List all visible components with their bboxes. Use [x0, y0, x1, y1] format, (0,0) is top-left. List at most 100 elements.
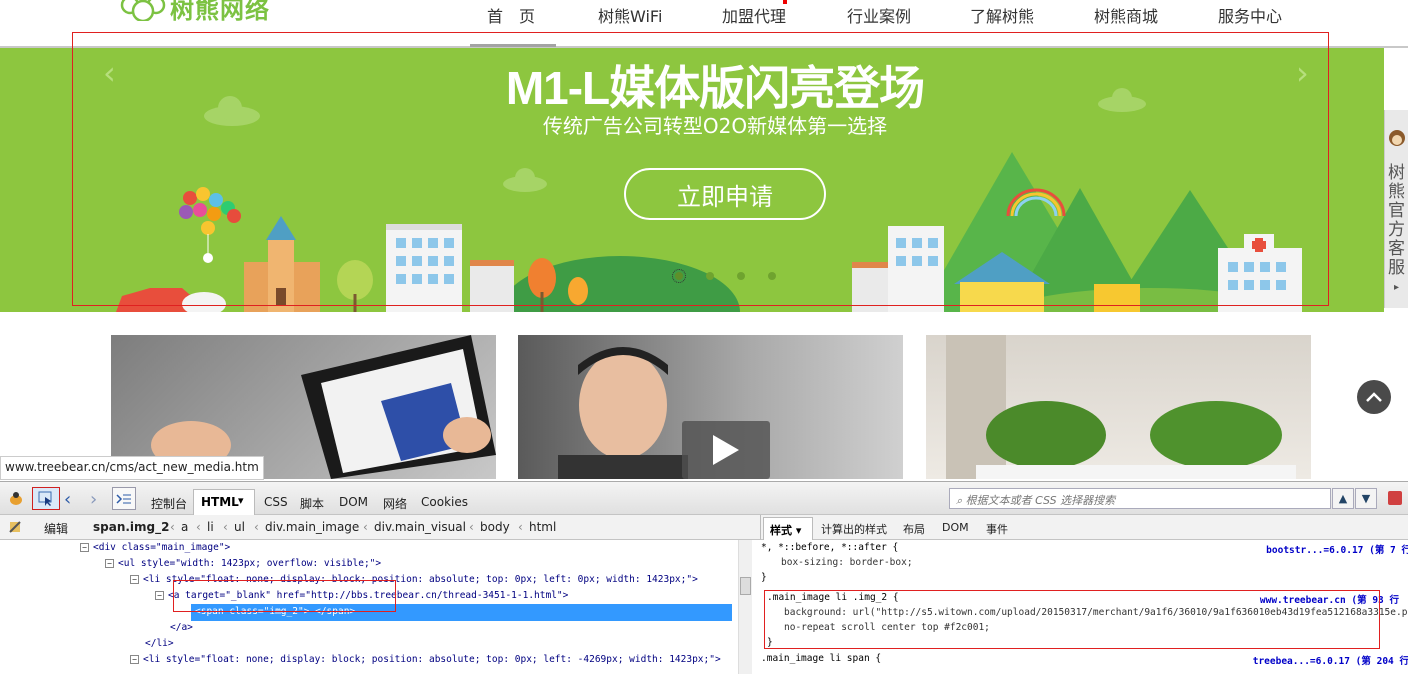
breadcrumb-item[interactable]: ul: [234, 520, 245, 534]
html-node-text: <span class="img_2"> </span>: [195, 606, 356, 617]
breadcrumb-item[interactable]: div.main_visual: [374, 520, 466, 534]
css-source-link[interactable]: www.treebear.cn (第 93 行: [1260, 592, 1399, 606]
inspect-cursor-icon: [38, 491, 52, 506]
nav-service[interactable]: 服务中心: [1218, 3, 1282, 27]
css-source-link[interactable]: treebea...=6.0.17 (第 204 行: [1253, 653, 1408, 667]
search-icon: ⌕: [956, 494, 966, 507]
collapse-toggle-icon[interactable]: −: [105, 559, 114, 568]
tab-cookies[interactable]: Cookies: [421, 495, 468, 509]
css-declaration[interactable]: no-repeat scroll center top #f2c001;: [767, 622, 1387, 637]
collapse-toggle-icon[interactable]: −: [155, 591, 164, 600]
nav-about[interactable]: 了解树熊: [970, 3, 1034, 27]
html-node[interactable]: − <div class="main_image">: [80, 542, 230, 558]
collapse-toggle-icon[interactable]: −: [130, 655, 139, 664]
css-rule: *, *::before, *::after { bootstr...=6.0.1…: [761, 542, 1408, 587]
breadcrumb-separator-icon: ‹: [469, 520, 474, 534]
back-icon[interactable]: ‹: [64, 489, 71, 510]
css-rules-panel: *, *::before, *::after { bootstr...=6.0.1…: [753, 540, 1408, 674]
collapse-toggle-icon[interactable]: −: [130, 575, 139, 584]
html-node[interactable]: − <li style="float: none; display: block;…: [130, 654, 721, 670]
apply-now-button[interactable]: 立即申请: [624, 168, 826, 220]
tab-dom-side[interactable]: DOM: [942, 521, 969, 534]
search-placeholder: 根据文本或者 CSS 选择器搜索: [965, 494, 1116, 507]
breadcrumb-item[interactable]: span.img_2: [93, 520, 170, 534]
slide-dot[interactable]: [768, 272, 776, 280]
html-node[interactable]: </li>: [145, 638, 174, 654]
breadcrumb-item[interactable]: div.main_image: [265, 520, 359, 534]
breadcrumb-separator-icon: ‹: [363, 520, 368, 534]
tab-css[interactable]: CSS: [264, 495, 288, 509]
tab-style[interactable]: 样式 ▾: [763, 517, 813, 540]
banner-prev-arrow-icon[interactable]: ‹: [103, 54, 116, 92]
html-node-text: <li style="float: none; display: block; …: [143, 574, 698, 585]
service-tab-char: 官: [1388, 201, 1405, 221]
tab-script[interactable]: 脚本: [300, 495, 324, 512]
edit-pencil-icon: [9, 521, 21, 533]
css-declaration[interactable]: background: url("http://s5.witown.com/up…: [767, 607, 1408, 622]
breadcrumb-item[interactable]: li: [207, 520, 214, 534]
tab-computed[interactable]: 计算出的样式: [821, 521, 887, 537]
html-node-text: <ul style="width: 1423px; overflow: visi…: [118, 558, 382, 569]
koala-logo-icon: [120, 0, 166, 21]
slide-dot[interactable]: [706, 272, 714, 280]
minimize-devtools-icon[interactable]: [1388, 491, 1402, 505]
customer-service-tab[interactable]: 树 熊 官 方 客 服 ▸: [1384, 110, 1408, 308]
devtools-breadcrumb-bar: 编辑 span.img_2 a li ul div.main_image div…: [0, 515, 760, 540]
card-plants[interactable]: [926, 335, 1311, 479]
devtools-panel: ‹ › 控制台 HTML ▾ CSS 脚本 DOM 网络 Cookies ⌕ 根…: [0, 481, 1408, 674]
service-tab-char: 客: [1388, 239, 1405, 259]
css-rule: .main_image li .img_2 {www.treebear.cn (…: [767, 592, 1408, 648]
slide-dot[interactable]: [672, 269, 686, 283]
css-selector: *, *::before, *::after {: [761, 542, 899, 553]
tab-net[interactable]: 网络: [383, 495, 407, 512]
tab-layout[interactable]: 布局: [903, 521, 925, 537]
devtools-toolbar: ‹ › 控制台 HTML ▾ CSS 脚本 DOM 网络 Cookies ⌕ 根…: [0, 482, 1408, 516]
tab-console[interactable]: 控制台: [151, 495, 187, 512]
nav-home[interactable]: 首 页: [487, 3, 535, 27]
nav-franchise[interactable]: 加盟代理: [722, 3, 786, 27]
css-selector: .main_image li span {: [761, 653, 882, 664]
html-node[interactable]: </a>: [170, 622, 193, 638]
card-video[interactable]: [518, 335, 903, 479]
css-source-link[interactable]: bootstr...=6.0.17 (第 7 行: [1266, 542, 1408, 556]
hero-banner[interactable]: M1-L媒体版闪亮登场 传统广告公司转型O2O新媒体第一选择 立即申请 ‹ ›: [0, 48, 1384, 312]
command-list-icon: [116, 493, 131, 504]
search-next-button[interactable]: ▼: [1355, 488, 1377, 509]
tab-html-active[interactable]: HTML ▾: [193, 489, 255, 516]
side-panel-tabs: 样式 ▾ 计算出的样式 布局 DOM 事件: [760, 515, 1408, 540]
command-line-toggle-button[interactable]: [112, 487, 136, 510]
collapse-toggle-icon[interactable]: −: [80, 543, 89, 552]
scrollbar-thumb[interactable]: [740, 577, 751, 595]
nav-store[interactable]: 树熊商城: [1094, 3, 1158, 27]
html-panel-scrollbar[interactable]: [738, 540, 752, 674]
nav-wifi[interactable]: 树熊WiFi: [598, 3, 662, 27]
breadcrumb-item[interactable]: html: [529, 520, 556, 534]
breadcrumb-item[interactable]: a: [181, 520, 188, 534]
edit-button[interactable]: 编辑: [44, 520, 68, 537]
devtools-search-input[interactable]: ⌕ 根据文本或者 CSS 选择器搜索: [949, 488, 1331, 509]
chevron-up-icon: [1366, 392, 1382, 402]
html-node-text: <div class="main_image">: [93, 542, 231, 553]
firebug-icon[interactable]: [8, 491, 24, 507]
css-declaration[interactable]: box-sizing: border-box;: [761, 557, 1401, 572]
inspect-element-button[interactable]: [32, 487, 60, 510]
scroll-to-top-button[interactable]: [1357, 380, 1391, 414]
tab-dom[interactable]: DOM: [339, 495, 368, 509]
html-node[interactable]: − <li style="float: none; display: block;…: [130, 574, 698, 590]
html-node-text: <li style="float: none; display: block; …: [143, 654, 721, 665]
breadcrumb-item[interactable]: body: [480, 520, 510, 534]
html-node-text: <a target="_blank" href="http://bbs.tree…: [168, 590, 569, 601]
nav-active-indicator: [470, 44, 556, 47]
tab-style-label: 样式 ▾: [770, 524, 802, 537]
html-node[interactable]: − <ul style="width: 1423px; overflow: vis…: [105, 558, 381, 574]
banner-next-arrow-icon[interactable]: ›: [1296, 54, 1309, 92]
nav-cases[interactable]: 行业案例: [847, 3, 911, 27]
site-logo[interactable]: 树熊网络: [120, 0, 270, 24]
html-node-selected[interactable]: <span class="img_2"> </span>: [191, 604, 732, 621]
search-prev-button[interactable]: ▲: [1332, 488, 1354, 509]
tab-html-label: HTML: [201, 495, 239, 509]
forward-icon[interactable]: ›: [90, 489, 97, 510]
play-button[interactable]: [682, 421, 770, 479]
slide-dot[interactable]: [737, 272, 745, 280]
tab-events[interactable]: 事件: [986, 521, 1008, 537]
